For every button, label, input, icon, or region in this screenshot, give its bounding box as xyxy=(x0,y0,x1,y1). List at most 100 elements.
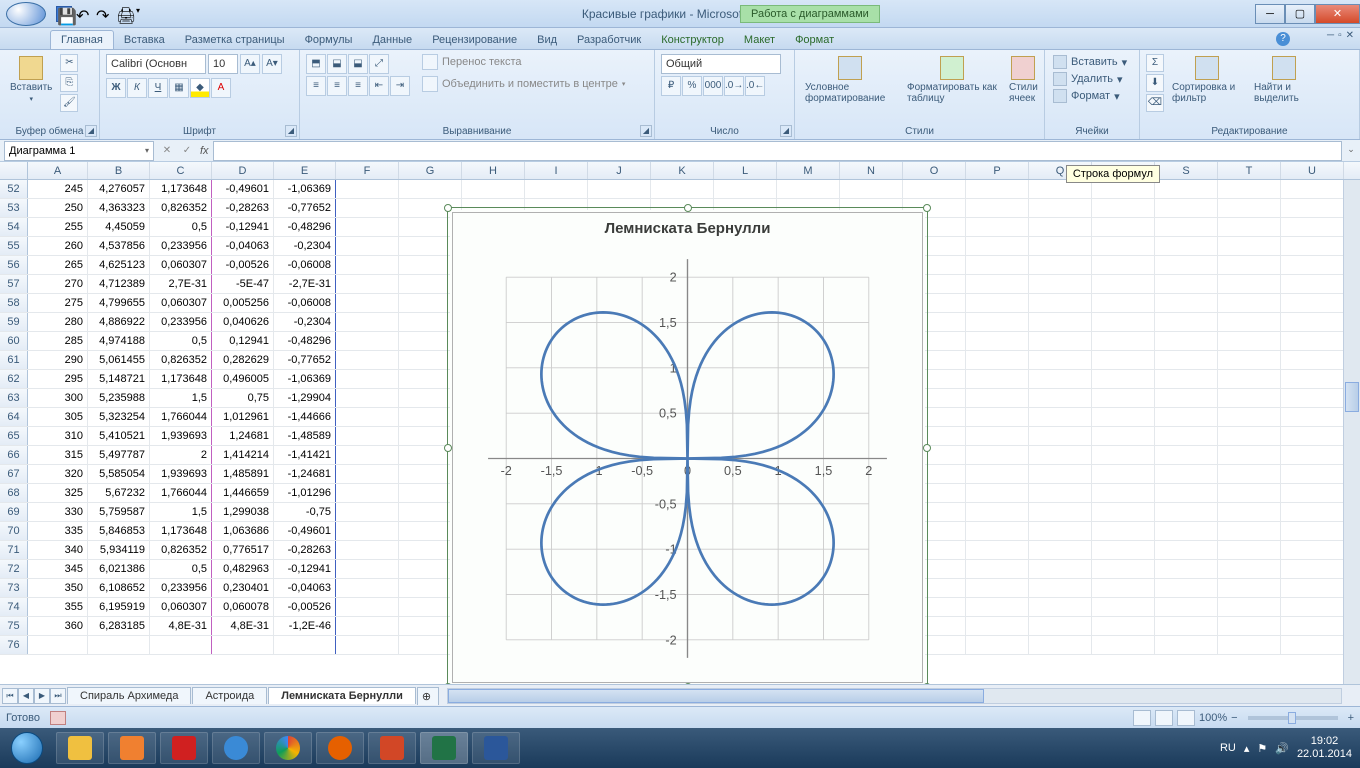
cell[interactable]: -1,06369 xyxy=(274,370,336,388)
cell[interactable]: 4,712389 xyxy=(88,275,150,293)
mdi-minimize-icon[interactable]: ─ xyxy=(1327,30,1334,41)
cell[interactable] xyxy=(1155,465,1218,483)
cell[interactable] xyxy=(336,313,399,331)
cell[interactable] xyxy=(777,180,840,198)
row-header[interactable]: 69 xyxy=(0,503,28,521)
tab-formulas[interactable]: Формулы xyxy=(295,31,363,49)
horizontal-scrollbar[interactable] xyxy=(447,688,1342,704)
cell[interactable] xyxy=(1029,370,1092,388)
cell[interactable] xyxy=(1029,484,1092,502)
cancel-formula-icon[interactable]: ✕ xyxy=(158,142,176,160)
cell[interactable]: 4,625123 xyxy=(88,256,150,274)
clipboard-dialog-launcher[interactable]: ◢ xyxy=(85,125,97,137)
volume-icon[interactable]: 🔊 xyxy=(1275,742,1289,755)
cell[interactable] xyxy=(1218,427,1281,445)
cell[interactable]: 0,12941 xyxy=(212,332,274,350)
cell[interactable]: 6,108652 xyxy=(88,579,150,597)
cell[interactable] xyxy=(1029,560,1092,578)
last-sheet-button[interactable]: ⏭ xyxy=(50,688,66,704)
taskbar-chrome-icon[interactable] xyxy=(264,732,312,764)
cell[interactable] xyxy=(1155,408,1218,426)
column-header-D[interactable]: D xyxy=(212,162,274,179)
cell[interactable] xyxy=(1281,484,1344,502)
cell[interactable] xyxy=(588,180,651,198)
cell[interactable] xyxy=(1092,237,1155,255)
maximize-button[interactable]: ▢ xyxy=(1285,4,1315,24)
zoom-slider[interactable] xyxy=(1248,716,1338,720)
cell[interactable]: 0,5 xyxy=(150,218,212,236)
select-all-button[interactable] xyxy=(0,162,28,179)
cell[interactable]: 4,276057 xyxy=(88,180,150,198)
cell[interactable]: 0,282629 xyxy=(212,351,274,369)
cell[interactable]: 1,5 xyxy=(150,389,212,407)
cell[interactable] xyxy=(336,389,399,407)
taskbar-ie-icon[interactable] xyxy=(212,732,260,764)
cell[interactable]: 1,24681 xyxy=(212,427,274,445)
row-header[interactable]: 52 xyxy=(0,180,28,198)
cell[interactable] xyxy=(1281,294,1344,312)
format-cells-button[interactable]: Формат ▾ xyxy=(1051,88,1122,104)
mdi-close-icon[interactable]: ✕ xyxy=(1346,30,1354,41)
cell[interactable]: 0,776517 xyxy=(212,541,274,559)
cell[interactable] xyxy=(1092,484,1155,502)
fill-button[interactable]: ⬇ xyxy=(1146,74,1164,92)
cell[interactable]: 1,063686 xyxy=(212,522,274,540)
bold-button[interactable]: Ж xyxy=(106,78,126,98)
horizontal-scroll-thumb[interactable] xyxy=(448,689,984,703)
decrease-indent-button[interactable]: ⇤ xyxy=(369,76,389,96)
column-header-M[interactable]: M xyxy=(777,162,840,179)
name-box-dropdown-icon[interactable]: ▾ xyxy=(145,146,149,155)
cell[interactable] xyxy=(1218,370,1281,388)
cell[interactable]: -5E-47 xyxy=(212,275,274,293)
cell[interactable] xyxy=(1092,275,1155,293)
cell[interactable]: 0,826352 xyxy=(150,199,212,217)
cell[interactable]: 280 xyxy=(28,313,88,331)
tab-review[interactable]: Рецензирование xyxy=(422,31,527,49)
row-header[interactable]: 60 xyxy=(0,332,28,350)
insert-cells-button[interactable]: Вставить ▾ xyxy=(1051,54,1129,70)
cell[interactable] xyxy=(336,465,399,483)
cell[interactable] xyxy=(525,180,588,198)
cell[interactable] xyxy=(1092,465,1155,483)
row-header[interactable]: 53 xyxy=(0,199,28,217)
cell[interactable] xyxy=(1029,541,1092,559)
cell[interactable] xyxy=(1029,256,1092,274)
cell[interactable] xyxy=(1029,427,1092,445)
cell[interactable] xyxy=(966,256,1029,274)
cell[interactable]: 355 xyxy=(28,598,88,616)
cell[interactable]: -0,49601 xyxy=(274,522,336,540)
cell[interactable] xyxy=(336,370,399,388)
cell[interactable] xyxy=(1218,541,1281,559)
cell[interactable] xyxy=(1155,446,1218,464)
row-header[interactable]: 67 xyxy=(0,465,28,483)
merge-center-button[interactable]: Объединить и поместить в центре ▾ xyxy=(422,76,625,92)
cell[interactable] xyxy=(966,237,1029,255)
cell[interactable] xyxy=(336,427,399,445)
cell[interactable]: 4,799655 xyxy=(88,294,150,312)
cell[interactable] xyxy=(1218,218,1281,236)
cell[interactable] xyxy=(336,218,399,236)
cell[interactable]: -1,2E-46 xyxy=(274,617,336,635)
cell[interactable] xyxy=(1092,351,1155,369)
cell[interactable] xyxy=(1092,256,1155,274)
first-sheet-button[interactable]: ⏮ xyxy=(2,688,18,704)
row-header[interactable]: 68 xyxy=(0,484,28,502)
cell[interactable] xyxy=(1092,218,1155,236)
cell[interactable] xyxy=(966,484,1029,502)
font-name-combo[interactable] xyxy=(106,54,206,74)
cell[interactable] xyxy=(1218,275,1281,293)
cell[interactable]: -0,28263 xyxy=(274,541,336,559)
cell[interactable] xyxy=(966,522,1029,540)
column-header-E[interactable]: E xyxy=(274,162,336,179)
cell[interactable] xyxy=(1029,389,1092,407)
save-icon[interactable]: 💾 xyxy=(56,6,72,22)
cell[interactable] xyxy=(1155,237,1218,255)
cell[interactable] xyxy=(1029,351,1092,369)
find-select-button[interactable]: Найти и выделить xyxy=(1250,54,1318,106)
cell[interactable] xyxy=(966,332,1029,350)
cell[interactable]: 4,8E-31 xyxy=(212,617,274,635)
cell[interactable] xyxy=(966,180,1029,198)
cell[interactable]: 265 xyxy=(28,256,88,274)
tab-chart-design[interactable]: Конструктор xyxy=(651,31,734,49)
cell[interactable] xyxy=(1155,199,1218,217)
